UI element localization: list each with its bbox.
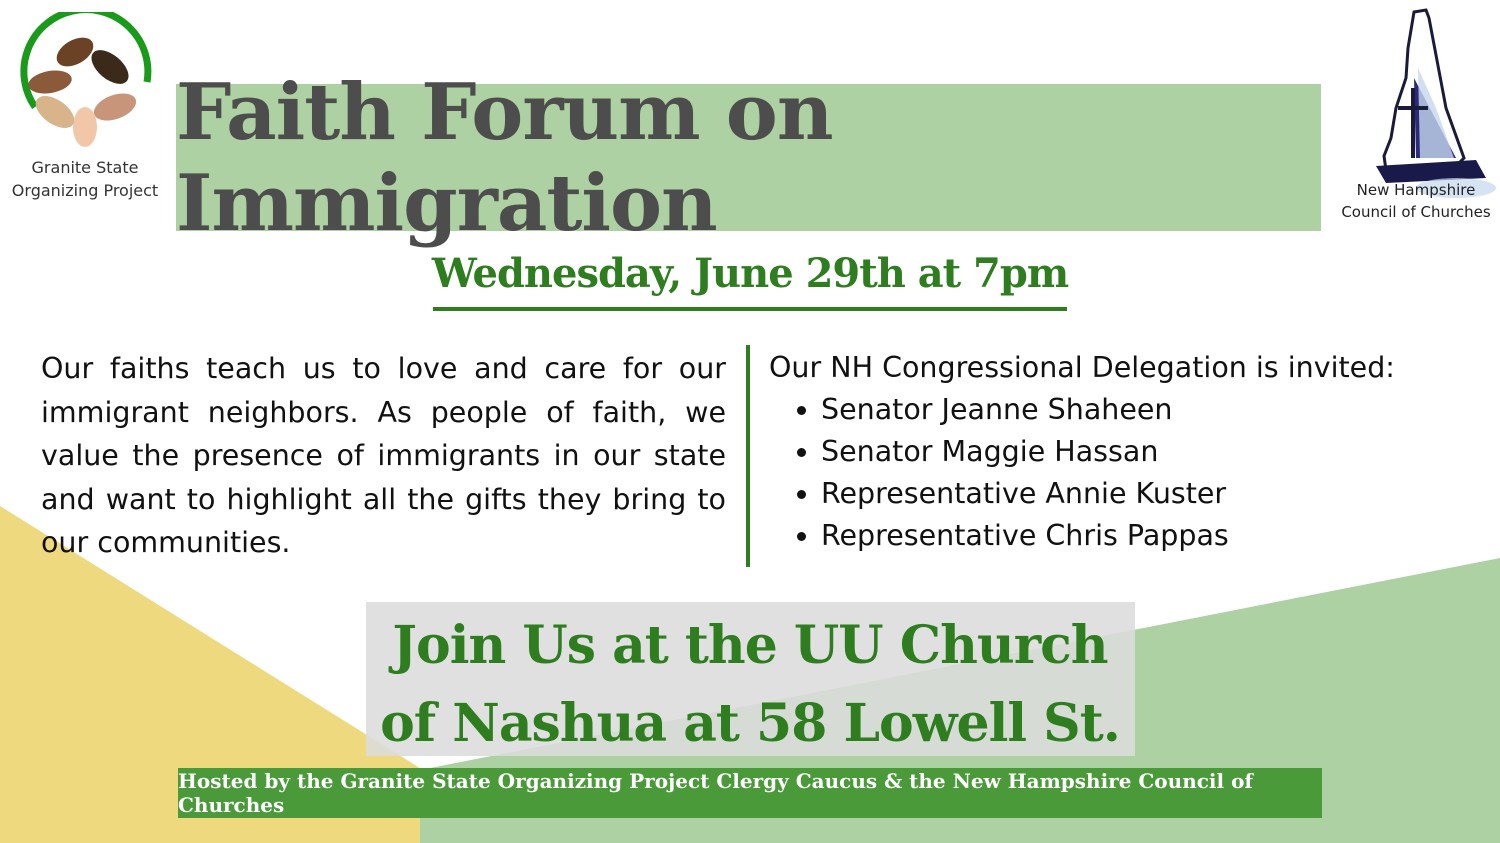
- join-line1: Join Us at the UU Church: [392, 615, 1108, 676]
- hands-circle-logo-icon: [20, 6, 152, 147]
- title-band: Faith Forum on Immigration: [176, 67, 1321, 249]
- nhcc-caption-line2: Council of Churches: [1341, 203, 1491, 221]
- gsop-caption-line1: Granite State: [31, 158, 139, 177]
- hosted-by-band: Hosted by the Granite State Organizing P…: [178, 768, 1322, 818]
- join-location: Join Us at the UU Church of Nashua at 58…: [330, 607, 1170, 763]
- nhcc-logo: New Hampshire Council of Churches: [1336, 8, 1496, 223]
- nhcc-caption-line1: New Hampshire: [1356, 181, 1476, 199]
- date-underline: [433, 307, 1067, 311]
- column-divider: [746, 345, 750, 567]
- join-line2: of Nashua at 58 Lowell St.: [380, 693, 1121, 754]
- delegation-member: Representative Chris Pappas: [821, 515, 1469, 557]
- gsop-logo: Granite State Organizing Project: [10, 6, 160, 202]
- delegation-member: Senator Jeanne Shaheen: [821, 389, 1469, 431]
- delegation-member: Senator Maggie Hassan: [821, 431, 1469, 473]
- description-paragraph: Our faiths teach us to love and care for…: [41, 352, 726, 560]
- hosted-by-text: Hosted by the Granite State Organizing P…: [178, 769, 1254, 817]
- delegation-intro: Our NH Congressional Delegation is invit…: [769, 351, 1395, 384]
- delegation-list: Senator Jeanne Shaheen Senator Maggie Ha…: [769, 389, 1469, 557]
- event-date-text: Wednesday, June 29th at 7pm: [431, 250, 1069, 297]
- gsop-caption-line2: Organizing Project: [11, 181, 159, 200]
- delegation-section: Our NH Congressional Delegation is invit…: [769, 347, 1469, 557]
- event-date: Wednesday, June 29th at 7pm: [0, 250, 1500, 297]
- page-title: Faith Forum on Immigration: [176, 66, 834, 249]
- delegation-member: Representative Annie Kuster: [821, 473, 1469, 515]
- new-hampshire-sailboat-icon: [1376, 8, 1496, 198]
